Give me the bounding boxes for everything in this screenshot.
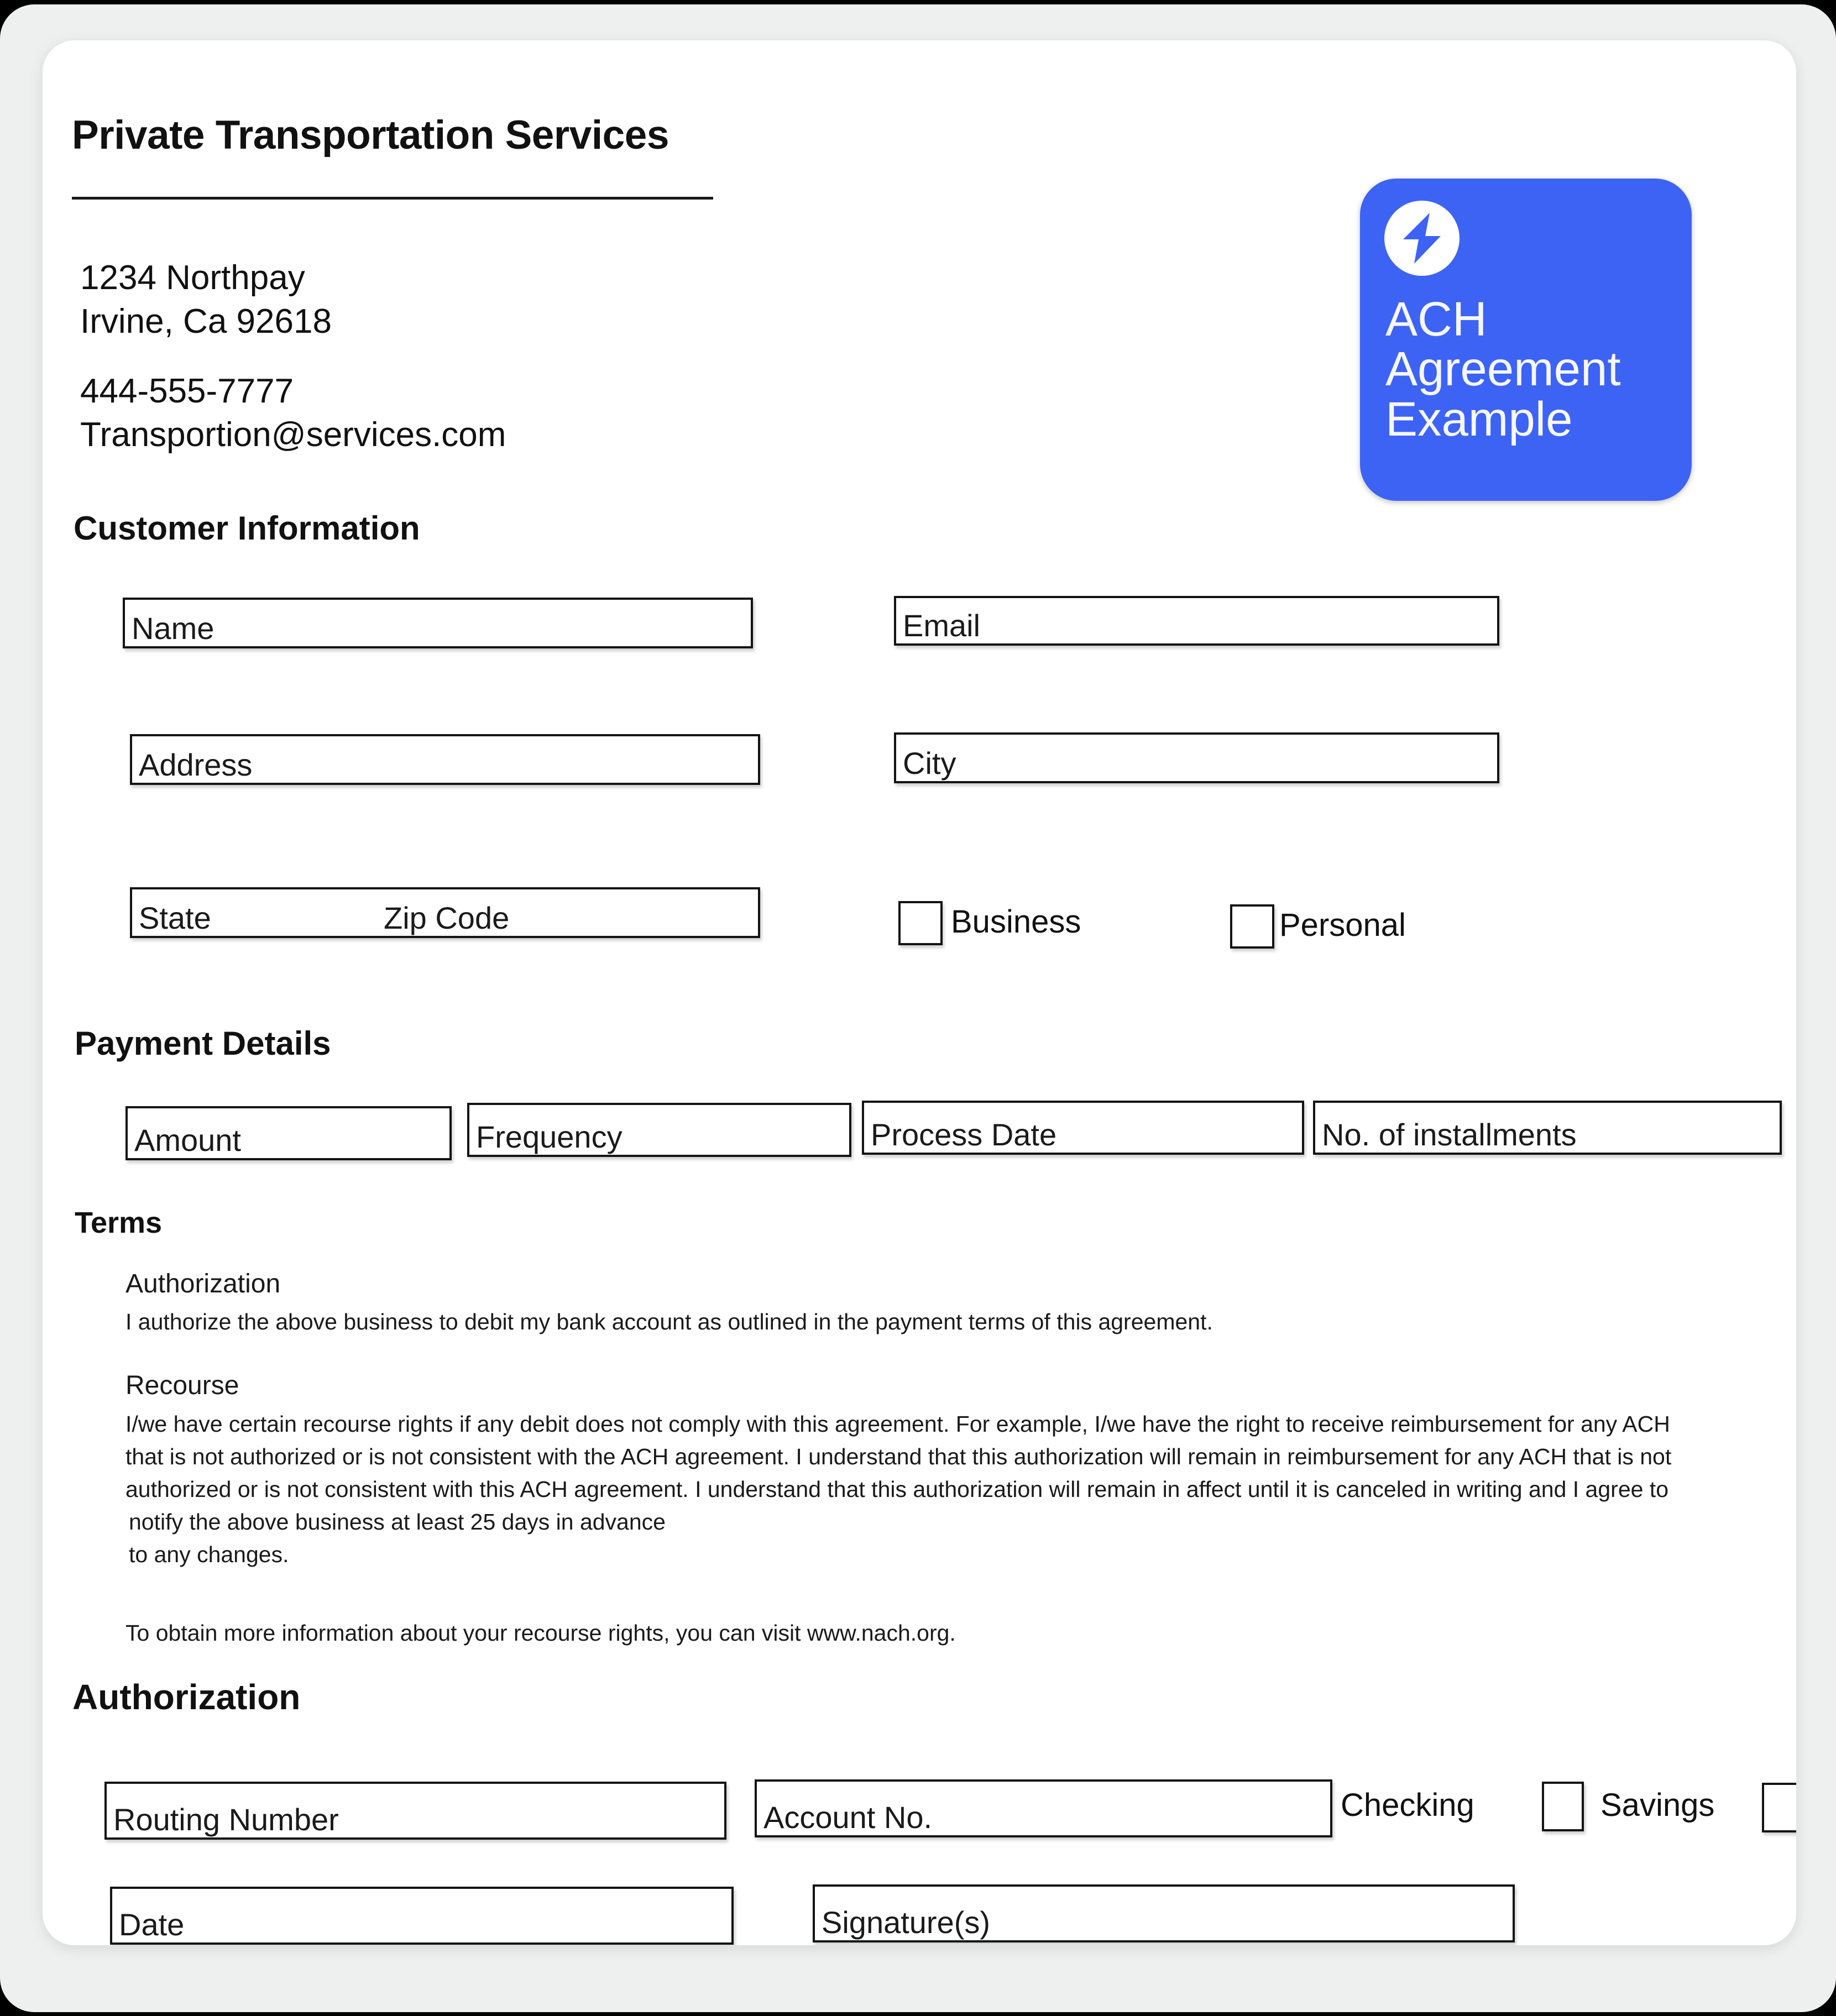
business-contact: 444-555-7777 Transportion@services.com	[80, 369, 506, 457]
recourse-paragraph-line: notify the above business at least 25 da…	[129, 1509, 666, 1535]
date-input[interactable]: Date	[110, 1887, 734, 1945]
terms-subheading-authorization: Authorization	[125, 1269, 281, 1298]
state-placeholder: State	[139, 900, 211, 935]
recourse-paragraph-line: I/we have certain recourse rights if any…	[125, 1411, 1670, 1437]
ach-agreement-logo: ACH Agreement Example	[1360, 179, 1692, 501]
frequency-placeholder: Frequency	[476, 1119, 623, 1154]
terms-subheading-recourse: Recourse	[125, 1371, 239, 1400]
routing-number-placeholder: Routing Number	[113, 1802, 339, 1837]
routing-number-input[interactable]: Routing Number	[104, 1782, 726, 1840]
name-input[interactable]: Name	[123, 598, 753, 648]
recourse-paragraph-line: authorized or is not consistent with thi…	[125, 1476, 1669, 1502]
state-zip-input[interactable]: State Zip Code	[130, 887, 760, 938]
logo-line-1: ACH	[1385, 292, 1487, 346]
address-line-1: 1234 Northpay	[80, 259, 305, 297]
section-heading-authorization: Authorization	[72, 1677, 301, 1717]
lightning-bolt-circle-icon	[1384, 201, 1460, 276]
ach-agreement-form: Private Transportation Services 1234 Nor…	[43, 40, 1796, 1945]
city-input[interactable]: City	[894, 732, 1499, 783]
savings-label: Savings	[1600, 1787, 1715, 1823]
signature-placeholder: Signature(s)	[822, 1905, 991, 1940]
page-title: Private Transportation Services	[72, 113, 669, 158]
name-placeholder: Name	[132, 611, 215, 646]
authorization-paragraph: I authorize the above business to debit …	[125, 1309, 1213, 1334]
frequency-input[interactable]: Frequency	[467, 1103, 851, 1157]
zip-code-placeholder: Zip Code	[384, 900, 510, 935]
personal-label: Personal	[1279, 907, 1406, 943]
title-divider	[72, 197, 713, 200]
recourse-paragraph-line: that is not authorized or is not consist…	[125, 1444, 1672, 1469]
section-heading-payment-details: Payment Details	[75, 1025, 331, 1062]
outer-card: Private Transportation Services 1234 Nor…	[0, 4, 1836, 2012]
email-address: Transportion@services.com	[80, 416, 506, 454]
account-number-placeholder: Account No.	[763, 1800, 933, 1835]
recourse-more-info: To obtain more information about your re…	[125, 1620, 956, 1646]
business-checkbox[interactable]	[898, 901, 943, 945]
document-page: Private Transportation Services 1234 Nor…	[0, 0, 1836, 2016]
installments-input[interactable]: No. of installments	[1313, 1101, 1782, 1155]
date-placeholder: Date	[119, 1907, 185, 1942]
account-number-input[interactable]: Account No.	[755, 1779, 1332, 1837]
address-input[interactable]: Address	[130, 734, 760, 785]
business-label: Business	[951, 904, 1081, 940]
signature-input[interactable]: Signature(s)	[813, 1884, 1515, 1942]
process-date-input[interactable]: Process Date	[862, 1101, 1304, 1155]
checking-label: Checking	[1341, 1787, 1474, 1823]
email-input[interactable]: Email	[894, 596, 1499, 646]
logo-line-3: Example	[1385, 392, 1573, 446]
personal-checkbox[interactable]	[1230, 904, 1274, 949]
logo-text: ACH Agreement Example	[1385, 292, 1684, 446]
logo-line-2: Agreement	[1385, 342, 1621, 396]
process-date-placeholder: Process Date	[871, 1117, 1057, 1152]
phone-number: 444-555-7777	[80, 372, 294, 410]
address-placeholder: Address	[139, 747, 253, 782]
amount-placeholder: Amount	[134, 1123, 241, 1158]
installments-placeholder: No. of installments	[1322, 1117, 1577, 1152]
section-heading-customer-information: Customer Information	[74, 510, 420, 547]
business-address: 1234 Northpay Irvine, Ca 92618	[80, 256, 332, 344]
section-heading-terms: Terms	[75, 1206, 163, 1239]
address-line-2: Irvine, Ca 92618	[80, 302, 332, 341]
checking-checkbox[interactable]	[1542, 1782, 1584, 1831]
savings-checkbox[interactable]	[1762, 1783, 1796, 1832]
amount-input[interactable]: Amount	[125, 1106, 452, 1160]
city-placeholder: City	[903, 746, 956, 781]
recourse-paragraph-line: to any changes.	[129, 1542, 289, 1567]
email-placeholder: Email	[903, 608, 981, 643]
